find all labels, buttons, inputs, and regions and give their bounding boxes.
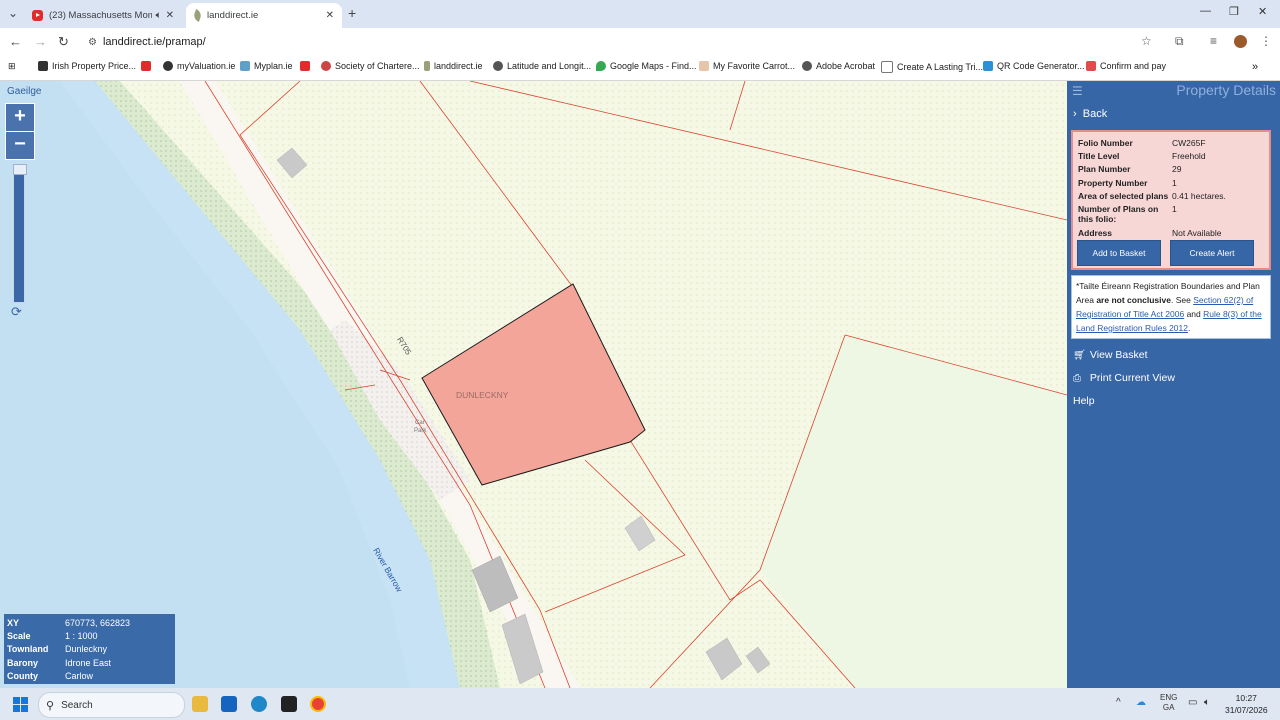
help-link[interactable]: Help [1073, 395, 1095, 407]
map-pin-icon [596, 61, 606, 71]
add-to-basket-button[interactable]: Add to Basket [1077, 240, 1161, 266]
view-basket-link[interactable]: 🛒︎ View Basket [1073, 349, 1148, 361]
map-info-box: XY 670773, 662823 Scale 1 : 1000 Townland D… [4, 614, 175, 684]
windows-start-icon[interactable] [13, 697, 29, 713]
profile-avatar[interactable] [1234, 35, 1247, 48]
create-alert-button[interactable]: Create Alert [1170, 240, 1254, 266]
close-tab-icon[interactable]: ✕ [166, 10, 174, 21]
close-window-icon[interactable]: ✕ [1258, 5, 1267, 18]
zoom-slider[interactable] [13, 164, 27, 303]
minimize-icon[interactable]: — [1200, 5, 1211, 17]
forward-arrow-icon[interactable]: → [34, 34, 47, 49]
media-icon[interactable]: ≡ [1210, 34, 1217, 48]
more-menu-icon[interactable]: ⋮ [1260, 34, 1272, 48]
tab-strip: ⌄ (23) Massachusetts Mom Sol 🔈︎ ✕ landdi… [0, 0, 1280, 28]
qr-icon [983, 61, 993, 71]
cart-icon: 🛒︎ [1073, 349, 1086, 361]
back-arrow-icon[interactable]: ← [9, 34, 22, 49]
bookmark-irish-property[interactable]: Irish Property Price... [38, 61, 136, 71]
taskbar-search[interactable]: ⚲ Search [38, 692, 185, 718]
onedrive-cloud-icon[interactable]: ☁ [1136, 697, 1146, 708]
map-canvas[interactable]: R705 DUNLECKNY Car Park River Barrow [0, 81, 1067, 688]
bookmark-youtube[interactable] [141, 61, 155, 71]
car-park-label-2: Park [414, 428, 427, 434]
panel-title: Property Details [1176, 82, 1276, 98]
bookmark-latitude[interactable]: Latitude and Longit... [493, 61, 591, 71]
car-park-label-1: Car [415, 420, 425, 426]
page-icon [881, 61, 893, 73]
bookmark-adobe[interactable]: Adobe Acrobat [802, 61, 875, 71]
landdirect-feather-icon [192, 9, 203, 22]
search-icon: ⚲ [46, 699, 55, 712]
close-tab-icon[interactable]: ✕ [326, 10, 334, 21]
bookmark-society[interactable]: Society of Chartere... [321, 61, 420, 71]
carrot-icon [699, 61, 709, 71]
house-icon [38, 61, 48, 71]
zoom-slider-handle[interactable] [13, 164, 27, 175]
restore-icon[interactable]: ❐ [1229, 5, 1239, 18]
tab-list-chevron-icon[interactable]: ⌄ [8, 6, 18, 20]
site-info-icon[interactable]: ⚙ [88, 37, 97, 48]
bookmark-confirm-pay[interactable]: Confirm and pay [1086, 61, 1166, 71]
gaeilge-link[interactable]: Gaeilge [7, 86, 41, 97]
chevron-right-icon: › [1073, 108, 1077, 120]
property-details-box: Folio Number CW265F Title Level Freehold P… [1071, 130, 1271, 270]
globe-icon [163, 61, 173, 71]
new-tab-plus-icon[interactable]: + [348, 5, 356, 21]
network-icon[interactable]: ▭ [1188, 697, 1197, 708]
youtube-icon [300, 61, 310, 71]
zoom-in-button[interactable]: + [5, 103, 35, 132]
bookmark-star-icon[interactable]: ☆ [1141, 34, 1152, 48]
speaker-icon[interactable]: 🔈︎ [156, 10, 162, 21]
map-svg: R705 DUNLECKNY Car Park River Barrow [0, 81, 1067, 688]
myplan-icon [240, 61, 250, 71]
youtube-icon [141, 61, 151, 71]
bookmarks-bar: ⊞ Irish Property Price... myValuation.ie… [0, 56, 1280, 81]
refresh-map-icon[interactable]: ⟳ [11, 304, 22, 320]
bookmark-carrot[interactable]: My Favorite Carrot... [699, 61, 795, 71]
chrome-icon[interactable] [310, 696, 326, 712]
society-icon [321, 61, 331, 71]
terminal-app-icon[interactable] [281, 696, 297, 712]
file-explorer-icon[interactable] [192, 696, 208, 712]
bookmark-landdirect[interactable]: landdirect.ie [424, 61, 483, 71]
extensions-icon[interactable]: ⧉ [1175, 34, 1184, 49]
address-bar-row: ← → ↻ ⚙ landdirect.ie/pramap/ ☆ ⧉ ≡ ⋮ [0, 28, 1280, 56]
feather-icon [424, 61, 430, 71]
compass-icon [493, 61, 503, 71]
disclaimer-box: *Tailte Éireann Registration Boundaries … [1071, 275, 1271, 339]
hidden-icons-chevron-icon[interactable]: ^ [1116, 697, 1121, 708]
zoom-out-button[interactable]: − [5, 131, 35, 160]
more-bookmarks-chevron-icon[interactable]: » [1252, 61, 1258, 73]
volume-icon[interactable]: 🔈︎ [1204, 697, 1210, 708]
bookmark-myplan[interactable]: Myplan.ie [240, 61, 293, 71]
language-indicator[interactable]: ENG GA [1160, 693, 1177, 713]
tab-landdirect[interactable]: landdirect.ie ✕ [186, 3, 342, 28]
hamburger-menu-icon[interactable]: ☰ [1072, 84, 1083, 98]
bookmark-create-lasting[interactable]: Create A Lasting Tri... [881, 61, 983, 73]
reload-icon[interactable]: ↻ [58, 34, 69, 50]
windows-taskbar: ⚲ Search ^ ☁ ENG GA ▭ 🔈︎ [0, 688, 1280, 720]
pay-icon [1086, 61, 1096, 71]
back-link[interactable]: › Back [1073, 108, 1107, 120]
bookmark-youtube-2[interactable] [300, 61, 314, 71]
url-field[interactable]: ⚙ landdirect.ie/pramap/ [84, 31, 1164, 53]
bookmark-google-maps[interactable]: Google Maps - Find... [596, 61, 697, 71]
taskbar-clock[interactable]: 10:27 31/07/2026 [1225, 692, 1268, 716]
bookmark-myvaluation[interactable]: myValuation.ie [163, 61, 235, 71]
outlook-icon[interactable] [221, 696, 237, 712]
tab-youtube[interactable]: (23) Massachusetts Mom Sol 🔈︎ ✕ [24, 3, 182, 28]
parcel-label: DUNLECKNY [456, 390, 509, 400]
edge-icon[interactable] [251, 696, 267, 712]
apps-grid-icon[interactable]: ⊞ [8, 61, 16, 72]
youtube-icon [32, 10, 43, 21]
printer-icon: ⎙ [1073, 372, 1081, 384]
adobe-icon [802, 61, 812, 71]
bookmark-qr[interactable]: QR Code Generator... [983, 61, 1085, 71]
print-view-link[interactable]: ⎙ Print Current View [1073, 372, 1175, 384]
